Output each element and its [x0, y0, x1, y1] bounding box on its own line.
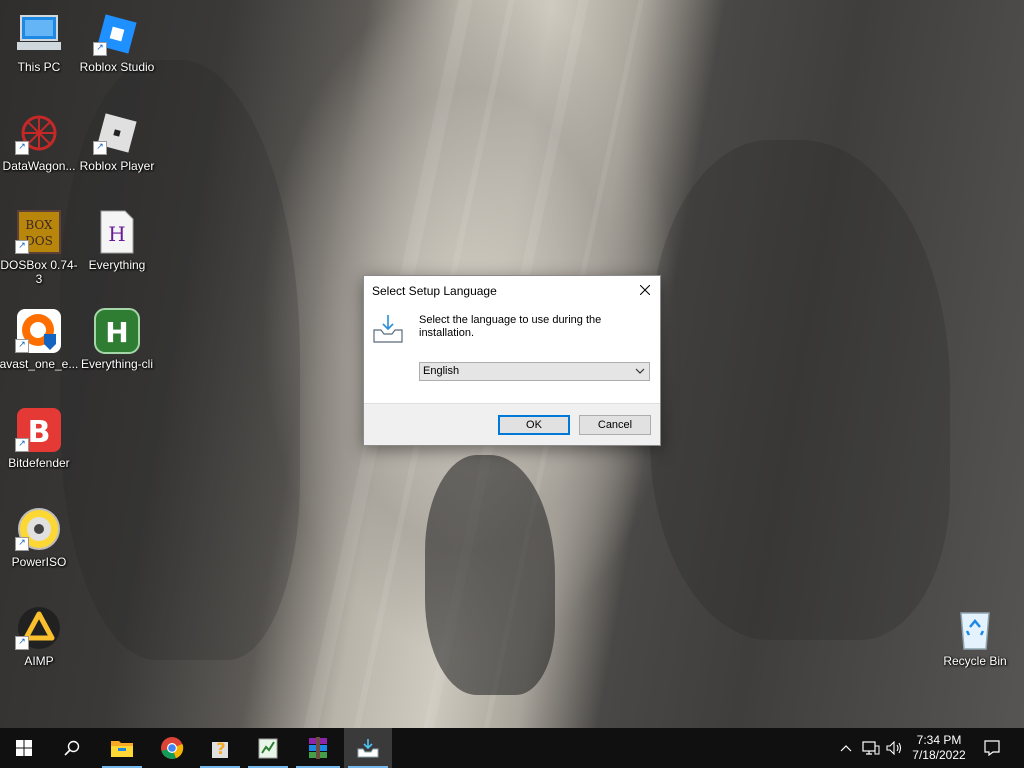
- desktop-icon-aimp[interactable]: ↗ AIMP: [1, 596, 77, 688]
- network-tray-button[interactable]: [860, 728, 882, 768]
- everything-cli-icon: H: [93, 307, 141, 355]
- desktop-icon-recycle-bin[interactable]: Recycle Bin: [937, 596, 1013, 688]
- desktop-icon-everything-cli[interactable]: H Everything-cli: [79, 299, 155, 391]
- desktop-icon-label: avast_one_e...: [0, 357, 79, 371]
- speaker-icon: [886, 741, 902, 755]
- action-center-button[interactable]: [976, 728, 1008, 768]
- desktop-icon-this-pc[interactable]: This PC: [1, 2, 77, 94]
- desktop-icon-bitdefender[interactable]: B ↗ Bitdefender: [1, 398, 77, 490]
- desktop-icon-dosbox[interactable]: BOX DOS ↗ DOSBox 0.74-3: [0, 200, 78, 292]
- search-icon: [64, 740, 80, 756]
- desktop-icon-datawagon[interactable]: ↗ DataWagon...: [1, 101, 77, 193]
- desktop-icon-poweriso[interactable]: ↗ PowerISO: [1, 497, 77, 589]
- start-button[interactable]: [0, 728, 48, 768]
- desktop-icon-label: Everything-cli: [80, 357, 154, 371]
- chrome-icon: [161, 737, 184, 759]
- search-button[interactable]: [48, 728, 96, 768]
- windows-start-icon: [16, 740, 32, 756]
- desktop-icon-label: PowerISO: [11, 555, 67, 569]
- network-icon: [862, 741, 880, 755]
- volume-tray-button[interactable]: [884, 728, 906, 768]
- svg-text:DOS: DOS: [25, 234, 53, 248]
- desktop-icon-roblox-player[interactable]: ↗ Roblox Player: [79, 101, 155, 193]
- shortcut-arrow-icon: ↗: [15, 636, 29, 650]
- taskbar-help[interactable]: ?: [196, 728, 244, 768]
- svg-text:BOX: BOX: [25, 218, 53, 232]
- desktop-icon-roblox-studio[interactable]: ↗ Roblox Studio: [79, 2, 155, 94]
- dialog-message: Select the language to use during the in…: [419, 314, 602, 339]
- ok-button[interactable]: OK: [498, 415, 570, 435]
- install-download-icon: [372, 312, 404, 344]
- notepad-icon: [258, 738, 278, 759]
- computer-icon: [15, 10, 63, 58]
- clock-button[interactable]: 7:34 PM 7/18/2022: [906, 728, 972, 768]
- shortcut-arrow-icon: ↗: [15, 240, 29, 254]
- svg-text:?: ?: [216, 739, 225, 758]
- notification-icon: [984, 740, 1000, 756]
- svg-text:H: H: [105, 316, 128, 349]
- shortcut-arrow-icon: ↗: [93, 42, 107, 56]
- language-select[interactable]: English: [419, 362, 650, 381]
- setup-icon: [357, 739, 379, 758]
- chevron-down-icon: [635, 368, 645, 374]
- shortcut-arrow-icon: ↗: [15, 339, 29, 353]
- desktop-icon-label: This PC: [17, 60, 61, 74]
- taskbar-setup[interactable]: [344, 728, 392, 768]
- taskbar-notepad[interactable]: [244, 728, 292, 768]
- show-hidden-icons-button[interactable]: [836, 728, 856, 768]
- clock-date: 7/18/2022: [912, 748, 966, 762]
- select-setup-language-dialog: Select Setup Language Select the languag…: [363, 275, 661, 446]
- clock-time: 7:34 PM: [916, 733, 962, 747]
- svg-text:B: B: [28, 415, 51, 450]
- desktop-icon-label: Everything: [88, 258, 146, 272]
- dialog-title: Select Setup Language: [372, 284, 497, 298]
- taskbar-winrar[interactable]: [292, 728, 344, 768]
- help-icon: ?: [212, 739, 228, 758]
- close-icon: [640, 285, 650, 295]
- desktop-icon-label: Bitdefender: [8, 456, 70, 470]
- chevron-up-icon: [840, 745, 852, 752]
- recycle-bin-icon: [951, 604, 999, 652]
- shortcut-arrow-icon: ↗: [93, 141, 107, 155]
- desktop-icon-avast[interactable]: ↗ avast_one_e...: [0, 299, 78, 391]
- shortcut-arrow-icon: ↗: [15, 537, 29, 551]
- winrar-icon: [309, 737, 327, 759]
- close-button[interactable]: [630, 276, 660, 304]
- desktop-icon-label: DataWagon...: [2, 159, 76, 173]
- desktop-icon-label: AIMP: [24, 654, 54, 668]
- dialog-content: Select the language to use during the in…: [364, 304, 660, 403]
- desktop-icon-label: Roblox Player: [79, 159, 155, 173]
- taskbar-file-explorer[interactable]: [98, 728, 146, 768]
- desktop-icon-label: Roblox Studio: [79, 60, 155, 74]
- shortcut-arrow-icon: ↗: [15, 141, 29, 155]
- desktop-icon-label: DOSBox 0.74-3: [0, 258, 78, 286]
- dialog-footer: OK Cancel: [364, 403, 660, 445]
- desktop-icon-label: Recycle Bin: [943, 654, 1007, 668]
- cancel-button[interactable]: Cancel: [579, 415, 651, 435]
- language-select-value: English: [423, 365, 460, 377]
- file-explorer-icon: [111, 741, 133, 757]
- taskbar: ? 7:34 PM 7/18/2022: [0, 728, 1024, 768]
- shortcut-arrow-icon: ↗: [15, 438, 29, 452]
- desktop-icon-everything[interactable]: H Everything: [79, 200, 155, 292]
- taskbar-chrome[interactable]: [148, 728, 196, 768]
- svg-text:H: H: [108, 222, 125, 246]
- everything-document-icon: H: [93, 208, 141, 256]
- dialog-titlebar[interactable]: Select Setup Language: [364, 276, 660, 304]
